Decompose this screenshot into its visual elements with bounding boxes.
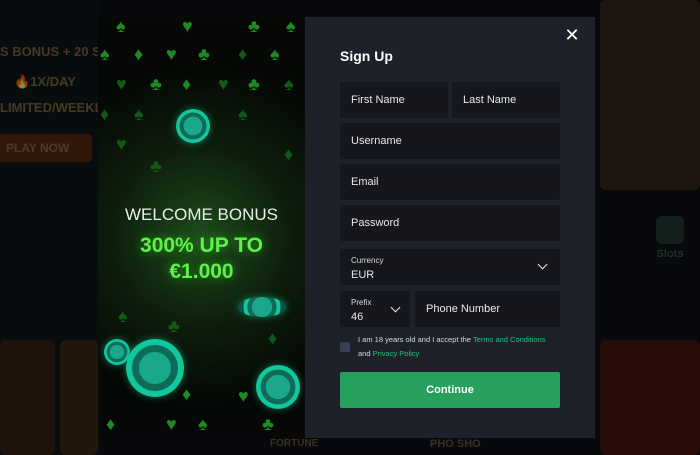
club-icon: ♣	[198, 44, 210, 64]
currency-value: EUR	[351, 269, 375, 281]
heart-icon: ♥	[116, 134, 127, 154]
continue-button[interactable]: Continue	[340, 372, 560, 408]
spade-icon: ♠	[286, 17, 296, 36]
heart-icon: ♥	[166, 414, 177, 434]
close-icon[interactable]: ✕	[564, 26, 580, 44]
heart-icon: ♥	[166, 44, 177, 64]
diamond-icon: ♦	[284, 144, 294, 164]
privacy-policy-link[interactable]: Privacy Policy	[373, 349, 420, 358]
terms-text-part: I am 18 years old and I accept the	[358, 335, 473, 344]
terms-checkbox[interactable]	[340, 342, 350, 352]
casino-chip-icon	[126, 339, 184, 397]
casino-chip-icon	[176, 109, 210, 143]
casino-chip-icon	[238, 297, 286, 317]
diamond-icon: ♦	[100, 104, 110, 124]
prefix-select[interactable]: Prefix 46	[340, 291, 410, 327]
heart-icon: ♥	[116, 74, 127, 94]
club-icon: ♣	[248, 74, 260, 94]
chevron-down-icon	[537, 259, 548, 270]
heart-icon: ♥	[218, 74, 229, 94]
signup-panel: ✕ Sign Up First Name Last Name Username …	[305, 17, 595, 438]
diamond-icon: ♦	[238, 44, 248, 64]
club-icon: ♣	[262, 414, 274, 434]
diamond-icon: ♦	[182, 74, 192, 94]
email-field[interactable]: Email	[340, 164, 560, 200]
promo-amount-line: €1.000	[169, 260, 234, 283]
casino-chip-icon	[256, 365, 300, 409]
password-field[interactable]: Password	[340, 205, 560, 241]
username-field[interactable]: Username	[340, 123, 560, 159]
first-name-field[interactable]: First Name	[340, 82, 448, 118]
terms-text-part: and	[358, 348, 373, 358]
diamond-icon: ♦	[182, 384, 192, 404]
club-icon: ♣	[150, 74, 162, 94]
terms-text: I am 18 years old and I accept the Terms…	[358, 333, 568, 360]
signup-title: Sign Up	[340, 48, 393, 64]
spade-icon: ♠	[118, 306, 128, 326]
club-icon: ♣	[248, 17, 260, 36]
promo-title: WELCOME BONUS	[124, 205, 279, 224]
welcome-bonus-panel: ♠ ♥ ♣ ♠ ♠ ♦ ♥ ♣ ♦ ♠ ♥ ♣ ♦ ♥ ♣ ♠ ♦ ♠ ♠ ♥ …	[98, 17, 305, 438]
prefix-value: 46	[351, 311, 364, 323]
spade-icon: ♠	[134, 104, 144, 124]
promo-amount: 300% UP TO €1.000	[98, 233, 305, 285]
last-name-field[interactable]: Last Name	[452, 82, 560, 118]
prefix-label: Prefix	[351, 298, 372, 307]
diamond-icon: ♦	[134, 44, 144, 64]
currency-select[interactable]: Currency EUR	[340, 249, 560, 285]
spade-icon: ♠	[100, 44, 110, 64]
phone-number-field[interactable]: Phone Number	[415, 291, 560, 327]
spade-icon: ♠	[116, 17, 126, 36]
spade-icon: ♠	[198, 414, 208, 434]
terms-link[interactable]: Terms and Conditions	[473, 335, 546, 344]
spade-icon: ♠	[284, 74, 294, 94]
club-icon: ♣	[168, 316, 180, 336]
chevron-down-icon	[390, 302, 401, 313]
spade-icon: ♠	[270, 44, 280, 64]
heart-icon: ♥	[238, 386, 249, 406]
diamond-icon: ♦	[268, 328, 278, 348]
club-icon: ♣	[150, 156, 162, 176]
spade-icon: ♠	[238, 104, 248, 124]
diamond-icon: ♦	[106, 414, 116, 434]
heart-icon: ♥	[182, 17, 193, 36]
currency-label: Currency	[351, 256, 384, 265]
promo-amount-line: 300% UP TO	[140, 234, 263, 257]
